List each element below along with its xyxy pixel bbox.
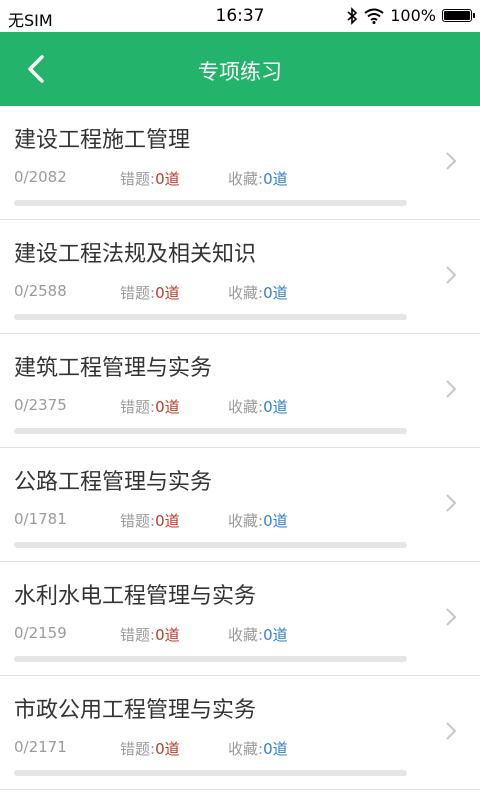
progress-bar [14, 428, 407, 434]
favorites: 收藏:0道 [228, 626, 288, 644]
chevron-right-icon [446, 494, 457, 512]
wrong-questions: 错题:0道 [120, 512, 180, 530]
favorites: 收藏:0道 [228, 284, 288, 302]
wrong-questions: 错题:0道 [120, 398, 180, 416]
chevron-right-icon [446, 722, 457, 740]
progress-bar [14, 542, 407, 548]
status-bar: 无SIM 16:37 100% [0, 0, 480, 32]
favorites: 收藏:0道 [228, 398, 288, 416]
page-title: 专项练习 [198, 60, 282, 84]
progress-count: 0/2171 [14, 738, 67, 756]
favorites: 收藏:0道 [228, 740, 288, 758]
chevron-right-icon [446, 380, 457, 398]
progress-count: 0/2082 [14, 168, 67, 186]
battery-icon [442, 9, 475, 22]
list-item[interactable]: 建设工程法规及相关知识 0/2588 错题:0道 收藏:0道 [0, 220, 480, 334]
wrong-questions: 错题:0道 [120, 740, 180, 758]
list-item[interactable]: 建筑工程管理与实务 0/2375 错题:0道 收藏:0道 [0, 334, 480, 448]
progress-count: 0/2375 [14, 396, 67, 414]
list-item[interactable]: 水利水电工程管理与实务 0/2159 错题:0道 收藏:0道 [0, 562, 480, 676]
progress-bar [14, 656, 407, 662]
subject-name: 公路工程管理与实务 [14, 470, 213, 495]
status-right: 100% [346, 6, 475, 25]
battery-percent: 100% [390, 6, 436, 25]
chevron-right-icon [446, 152, 457, 170]
wifi-icon [364, 8, 384, 24]
subject-name: 建设工程施工管理 [14, 128, 191, 153]
subject-name: 建设工程法规及相关知识 [14, 242, 257, 267]
progress-bar [14, 314, 407, 320]
progress-bar [14, 770, 407, 776]
nav-header: 专项练习 [0, 32, 480, 106]
chevron-right-icon [446, 608, 457, 626]
progress-count: 0/2588 [14, 282, 67, 300]
wrong-questions: 错题:0道 [120, 170, 180, 188]
bluetooth-icon [347, 6, 358, 25]
subject-name: 市政公用工程管理与实务 [14, 698, 257, 723]
list-item[interactable]: 公路工程管理与实务 0/1781 错题:0道 收藏:0道 [0, 448, 480, 562]
wrong-questions: 错题:0道 [120, 626, 180, 644]
progress-bar [14, 200, 407, 206]
progress-count: 0/1781 [14, 510, 67, 528]
list-item[interactable]: 市政公用工程管理与实务 0/2171 错题:0道 收藏:0道 [0, 676, 480, 790]
subject-name: 水利水电工程管理与实务 [14, 584, 257, 609]
progress-count: 0/2159 [14, 624, 67, 642]
subject-name: 建筑工程管理与实务 [14, 356, 213, 381]
favorites: 收藏:0道 [228, 512, 288, 530]
favorites: 收藏:0道 [228, 170, 288, 188]
list-item[interactable]: 建设工程施工管理 0/2082 错题:0道 收藏:0道 [0, 106, 480, 220]
practice-list: 建设工程施工管理 0/2082 错题:0道 收藏:0道 建设工程法规及相关知识 … [0, 106, 480, 790]
wrong-questions: 错题:0道 [120, 284, 180, 302]
chevron-right-icon [446, 266, 457, 284]
